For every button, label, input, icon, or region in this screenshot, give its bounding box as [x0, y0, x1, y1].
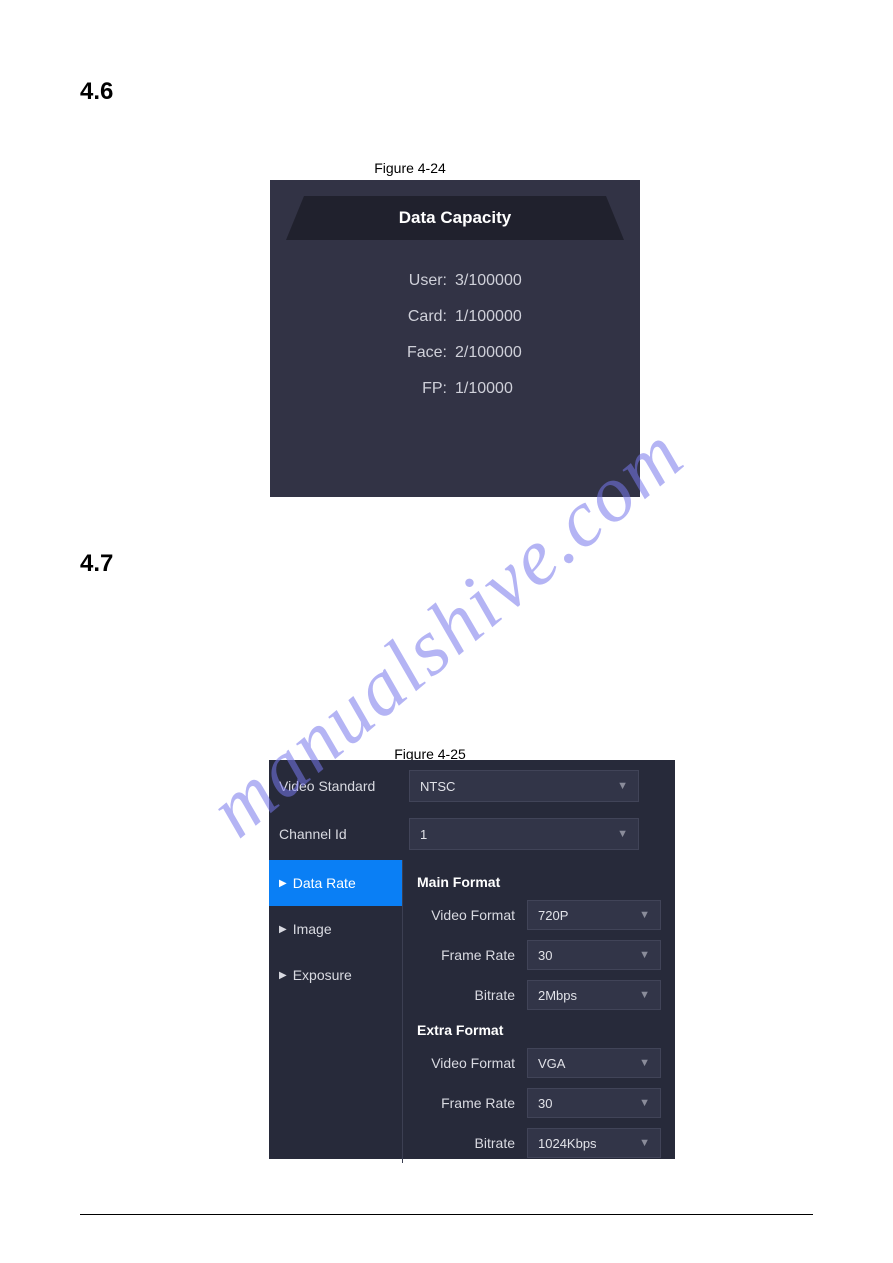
figure-caption-4-24: Figure 4-24 [350, 160, 470, 176]
channel-id-label: Channel Id [279, 826, 409, 842]
video-settings-body: ▶ Data Rate ▶ Image ▶ Exposure Main Form… [269, 860, 675, 1163]
video-standard-row: Video Standard NTSC ▼ [269, 764, 675, 808]
chevron-down-icon: ▼ [639, 989, 650, 1001]
sidebar-item-label: Exposure [293, 967, 352, 983]
data-capacity-title: Data Capacity [399, 208, 511, 228]
triangle-right-icon: ▶ [279, 970, 287, 981]
chevron-down-icon: ▼ [639, 1057, 650, 1069]
video-settings-sidebar: ▶ Data Rate ▶ Image ▶ Exposure [269, 860, 403, 1163]
main-bitrate-label: Bitrate [417, 987, 527, 1003]
data-capacity-value: 1/10000 [455, 380, 575, 398]
data-capacity-row-user: User: 3/100000 [270, 272, 640, 290]
video-standard-value: NTSC [420, 779, 455, 794]
extra-frame-rate-row: Frame Rate 30 ▼ [417, 1088, 661, 1118]
data-capacity-tab: Data Capacity [304, 196, 606, 240]
main-frame-rate-select[interactable]: 30 ▼ [527, 940, 661, 970]
extra-frame-rate-select[interactable]: 30 ▼ [527, 1088, 661, 1118]
sidebar-item-image[interactable]: ▶ Image [269, 906, 402, 952]
sidebar-item-data-rate[interactable]: ▶ Data Rate [269, 860, 402, 906]
main-bitrate-value: 2Mbps [538, 988, 577, 1003]
data-capacity-value: 2/100000 [455, 344, 575, 362]
data-capacity-value: 3/100000 [455, 272, 575, 290]
data-capacity-row-card: Card: 1/100000 [270, 308, 640, 326]
main-frame-rate-row: Frame Rate 30 ▼ [417, 940, 661, 970]
sidebar-item-label: Data Rate [293, 875, 356, 891]
video-settings-panel: Video Standard NTSC ▼ Channel Id 1 ▼ ▶ D… [269, 760, 675, 1159]
data-capacity-label: Face: [335, 344, 455, 362]
extra-bitrate-value: 1024Kbps [538, 1136, 597, 1151]
extra-video-format-value: VGA [538, 1056, 565, 1071]
data-capacity-label: Card: [335, 308, 455, 326]
data-capacity-rows: User: 3/100000 Card: 1/100000 Face: 2/10… [270, 272, 640, 416]
data-capacity-panel: Data Capacity User: 3/100000 Card: 1/100… [270, 180, 640, 497]
footer-divider [80, 1214, 813, 1215]
main-frame-rate-label: Frame Rate [417, 947, 527, 963]
data-capacity-label: User: [335, 272, 455, 290]
main-bitrate-row: Bitrate 2Mbps ▼ [417, 980, 661, 1010]
extra-video-format-row: Video Format VGA ▼ [417, 1048, 661, 1078]
main-frame-rate-value: 30 [538, 948, 552, 963]
extra-bitrate-row: Bitrate 1024Kbps ▼ [417, 1128, 661, 1158]
extra-video-format-label: Video Format [417, 1055, 527, 1071]
triangle-right-icon: ▶ [279, 924, 287, 935]
section-heading-4-7: 4.7 [80, 550, 113, 578]
sidebar-item-exposure[interactable]: ▶ Exposure [269, 952, 402, 998]
extra-bitrate-select[interactable]: 1024Kbps ▼ [527, 1128, 661, 1158]
main-video-format-label: Video Format [417, 907, 527, 923]
video-settings-main: Main Format Video Format 720P ▼ Frame Ra… [403, 860, 675, 1163]
main-bitrate-select[interactable]: 2Mbps ▼ [527, 980, 661, 1010]
extra-frame-rate-value: 30 [538, 1096, 552, 1111]
chevron-down-icon: ▼ [639, 1137, 650, 1149]
video-standard-select[interactable]: NTSC ▼ [409, 770, 639, 802]
video-standard-label: Video Standard [279, 778, 409, 794]
data-capacity-value: 1/100000 [455, 308, 575, 326]
chevron-down-icon: ▼ [639, 949, 650, 961]
data-capacity-row-face: Face: 2/100000 [270, 344, 640, 362]
chevron-down-icon: ▼ [617, 780, 628, 792]
sidebar-item-label: Image [293, 921, 332, 937]
main-video-format-select[interactable]: 720P ▼ [527, 900, 661, 930]
extra-video-format-select[interactable]: VGA ▼ [527, 1048, 661, 1078]
channel-id-value: 1 [420, 827, 427, 842]
chevron-down-icon: ▼ [639, 909, 650, 921]
extra-format-title: Extra Format [417, 1022, 661, 1038]
channel-id-row: Channel Id 1 ▼ [269, 812, 675, 856]
data-capacity-row-fp: FP: 1/10000 [270, 380, 640, 398]
section-heading-4-6: 4.6 [80, 78, 113, 106]
data-capacity-label: FP: [335, 380, 455, 398]
channel-id-select[interactable]: 1 ▼ [409, 818, 639, 850]
main-format-title: Main Format [417, 874, 661, 890]
main-video-format-value: 720P [538, 908, 568, 923]
chevron-down-icon: ▼ [639, 1097, 650, 1109]
triangle-right-icon: ▶ [279, 878, 287, 889]
chevron-down-icon: ▼ [617, 828, 628, 840]
extra-frame-rate-label: Frame Rate [417, 1095, 527, 1111]
main-video-format-row: Video Format 720P ▼ [417, 900, 661, 930]
extra-bitrate-label: Bitrate [417, 1135, 527, 1151]
